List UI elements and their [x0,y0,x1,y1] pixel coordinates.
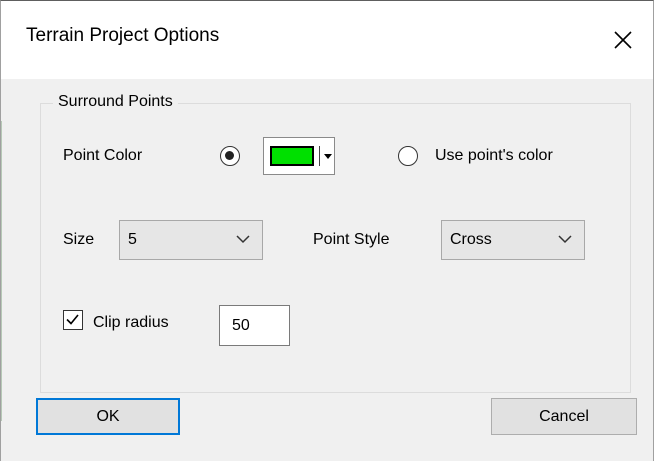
size-label: Size [63,231,95,248]
chevron-down-icon [558,235,572,244]
point-style-dropdown-value: Cross [450,231,492,248]
point-color-radio[interactable] [220,146,240,166]
size-dropdown[interactable]: 5 [119,220,263,260]
point-style-label: Point Style [313,231,390,248]
close-icon [614,31,632,49]
window-edge [1,121,2,421]
point-color-picker[interactable] [263,137,335,175]
close-button[interactable] [593,1,653,79]
ok-button[interactable]: OK [36,398,180,435]
checkmark-icon [66,314,79,325]
title-bar: Terrain Project Options [1,1,653,79]
use-points-color-label[interactable]: Use point's color [435,147,553,165]
clip-radius-input-box[interactable] [219,305,290,346]
size-dropdown-value: 5 [128,231,137,248]
cancel-button[interactable]: Cancel [491,398,637,435]
point-color-label: Point Color [63,147,143,164]
terrain-project-options-dialog: Terrain Project Options Surround Points … [0,0,654,461]
color-swatch [270,146,314,166]
dropdown-arrow-icon [324,154,332,159]
point-style-dropdown[interactable]: Cross [441,220,585,260]
clip-radius-input[interactable] [220,306,289,345]
clip-radius-checkbox[interactable] [63,310,83,330]
color-picker-separator [319,146,320,166]
radio-selected-dot [225,151,234,160]
use-points-color-radio[interactable] [398,146,418,166]
clip-radius-label[interactable]: Clip radius [93,314,169,332]
dialog-title: Terrain Project Options [26,25,220,46]
chevron-down-icon [236,235,250,244]
surround-points-group-label: Surround Points [53,93,178,111]
